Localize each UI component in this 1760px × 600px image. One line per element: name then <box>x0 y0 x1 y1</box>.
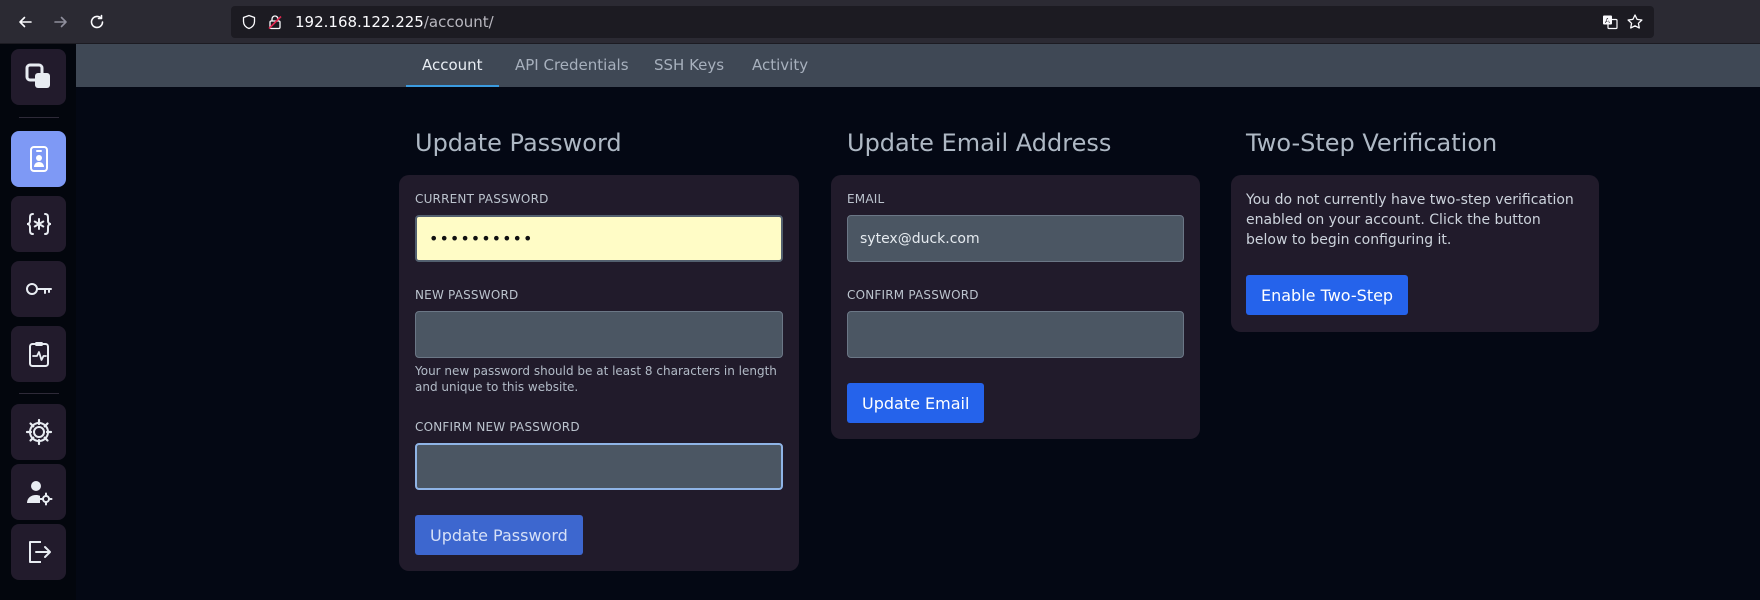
reload-icon <box>90 14 104 29</box>
update-password-title: Update Password <box>415 129 622 157</box>
new-password-input[interactable] <box>415 311 783 358</box>
confirm-password-input[interactable] <box>847 311 1184 358</box>
sidebar-divider <box>19 117 59 118</box>
update-email-button[interactable]: Update Email <box>847 383 985 423</box>
back-button[interactable] <box>10 8 40 36</box>
email-input[interactable] <box>847 215 1184 262</box>
url-path: /account/ <box>423 13 494 31</box>
update-email-title: Update Email Address <box>847 129 1112 157</box>
confirm-new-password-label: CONFIRM NEW PASSWORD <box>415 420 580 434</box>
account-badge-icon <box>29 146 48 172</box>
sidebar-item-logout[interactable] <box>11 524 66 580</box>
arrow-left-icon <box>19 16 32 28</box>
sidebar-item-admin[interactable] <box>11 404 66 460</box>
arrow-right-icon <box>54 16 67 28</box>
update-password-card: CURRENT PASSWORD NEW PASSWORD Your new p… <box>399 175 799 571</box>
url-host: 192.168.122.225 <box>295 13 424 31</box>
insecure-lock-icon[interactable] <box>267 14 283 30</box>
clipboard-pulse-icon <box>28 342 49 367</box>
user-cog-icon <box>26 481 52 506</box>
password-hint: Your new password should be at least 8 c… <box>415 364 777 394</box>
bookmark-star-icon[interactable] <box>1626 13 1644 31</box>
tab-activity[interactable]: Activity <box>736 44 824 87</box>
sidebar <box>0 44 76 600</box>
address-bar[interactable]: 192.168.122.225/account/ A <box>231 6 1654 38</box>
code-braces-icon <box>26 213 51 235</box>
forward-button[interactable] <box>46 8 76 36</box>
confirm-password-label: CONFIRM PASSWORD <box>847 288 979 302</box>
update-password-button[interactable]: Update Password <box>415 515 583 555</box>
email-label: EMAIL <box>847 192 885 206</box>
sidebar-item-user-settings[interactable] <box>11 464 66 520</box>
enable-two-step-button[interactable]: Enable Two-Step <box>1246 275 1409 315</box>
sidebar-item-logo[interactable] <box>11 49 66 105</box>
current-password-label: CURRENT PASSWORD <box>415 192 549 206</box>
sidebar-item-account[interactable] <box>11 131 66 187</box>
sidebar-item-ssh-keys[interactable] <box>11 261 66 317</box>
confirm-new-password-input[interactable] <box>415 443 783 490</box>
two-step-card: You do not currently have two-step verif… <box>1231 175 1599 332</box>
sidebar-item-api-credentials[interactable] <box>11 196 66 252</box>
reload-button[interactable] <box>82 8 112 36</box>
new-password-label: NEW PASSWORD <box>415 288 519 302</box>
two-step-title: Two-Step Verification <box>1246 129 1498 157</box>
tab-account[interactable]: Account <box>406 44 499 87</box>
logout-icon <box>28 541 51 563</box>
two-step-description: You do not currently have two-step verif… <box>1246 192 1574 248</box>
current-password-input[interactable] <box>415 215 783 262</box>
update-email-card: EMAIL CONFIRM PASSWORD Update Email <box>831 175 1200 439</box>
tab-api-credentials[interactable]: API Credentials <box>499 44 645 87</box>
key-icon <box>25 283 52 295</box>
translate-icon[interactable]: A <box>1602 14 1618 30</box>
tab-bar: Account API Credentials SSH Keys Activit… <box>76 44 1760 87</box>
sidebar-item-activity[interactable] <box>11 326 66 382</box>
tab-ssh-keys[interactable]: SSH Keys <box>638 44 740 87</box>
shield-icon[interactable] <box>241 14 257 30</box>
url-text[interactable]: 192.168.122.225/account/ <box>295 13 494 31</box>
browser-toolbar: 192.168.122.225/account/ A <box>0 0 1760 44</box>
sidebar-divider <box>19 393 59 394</box>
logo-icon <box>25 63 50 88</box>
gear-icon <box>25 418 52 446</box>
